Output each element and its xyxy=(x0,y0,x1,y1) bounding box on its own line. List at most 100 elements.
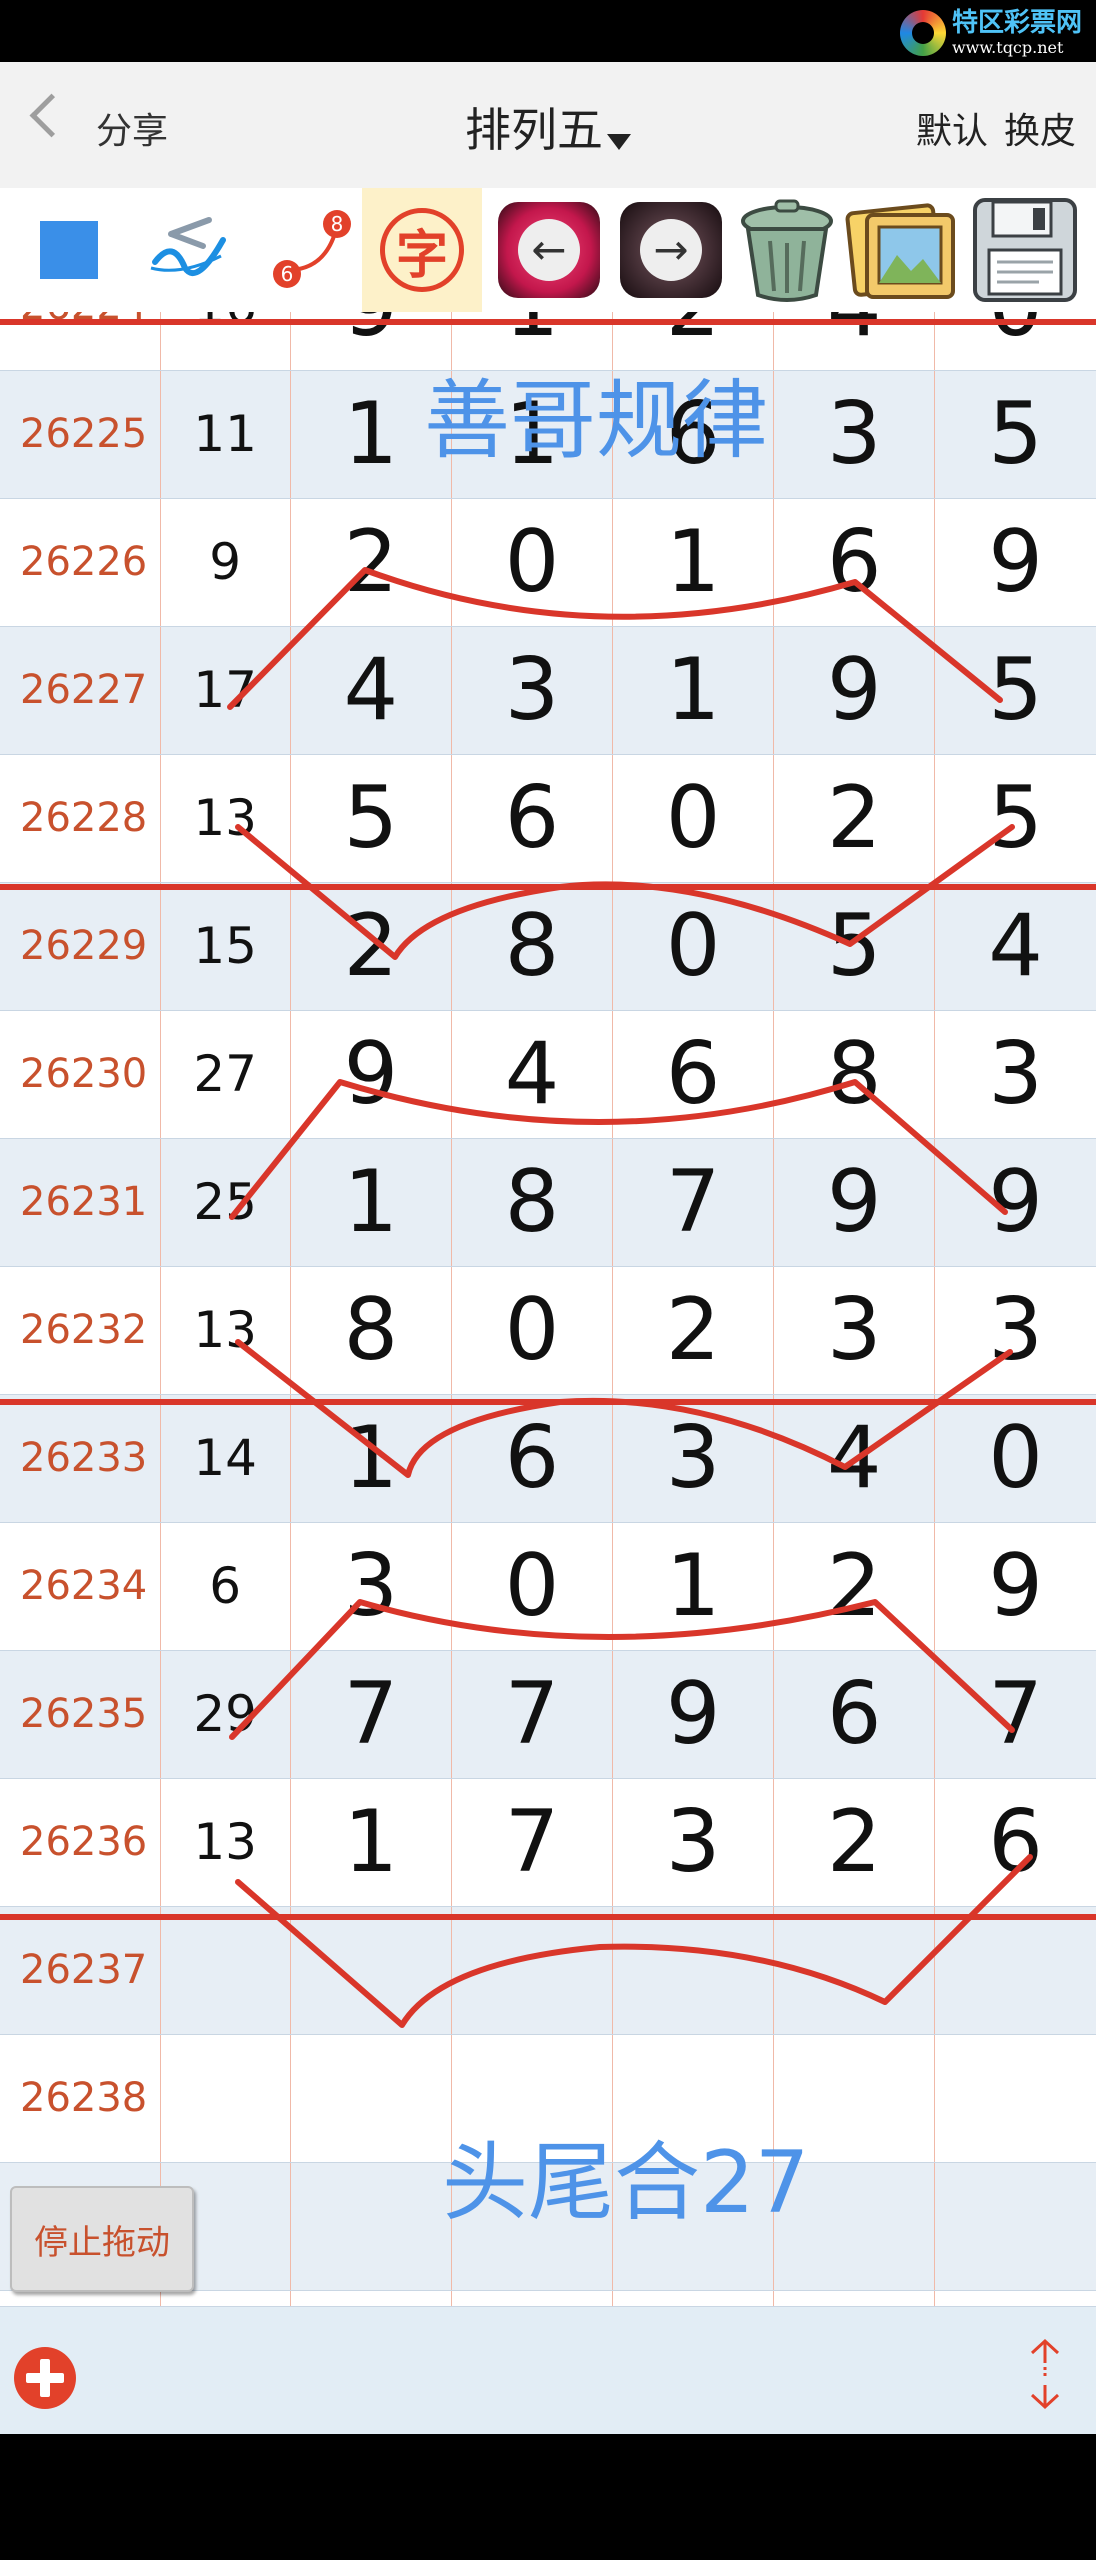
digit-cell: 0 xyxy=(612,754,775,883)
digit-cell: 7 xyxy=(612,1138,775,1267)
pen-tool-button[interactable] xyxy=(130,194,248,306)
stop-drag-button[interactable]: 停止拖动 xyxy=(10,2186,194,2292)
table-row: 26230 27 9 4 6 8 3 xyxy=(0,1010,1096,1139)
photos-icon xyxy=(845,203,955,299)
digit-cell: 2 xyxy=(290,882,452,1011)
save-button[interactable] xyxy=(966,194,1084,306)
digit-cell xyxy=(773,2290,936,2306)
digit-cell: 9 xyxy=(934,1522,1096,1651)
sum-cell: 9 xyxy=(160,498,291,627)
table-row xyxy=(0,2290,1096,2306)
watermark: 特区彩票网 www.tqcp.net xyxy=(899,8,1082,58)
background-button[interactable] xyxy=(844,194,962,306)
issue-cell: 26232 xyxy=(0,1266,161,1395)
table-row: 26231 25 1 8 7 9 9 xyxy=(0,1138,1096,1267)
sum-cell: 15 xyxy=(160,882,291,1011)
digit-cell: 8 xyxy=(451,1138,614,1267)
sum-cell xyxy=(160,2290,291,2306)
digit-cell xyxy=(290,2162,452,2291)
table-row: 26226 9 2 0 1 6 9 xyxy=(0,498,1096,627)
digit-cell: 5 xyxy=(290,754,452,883)
digit-cell: 6 xyxy=(612,1010,775,1139)
digit-cell: 2 xyxy=(773,1522,936,1651)
watermark-title: 特区彩票网 xyxy=(951,8,1082,38)
digit-cell: 9 xyxy=(290,1010,452,1139)
digit-cell xyxy=(612,2290,775,2306)
digit-cell: 5 xyxy=(934,626,1096,755)
plus-circle-icon[interactable] xyxy=(14,2347,76,2409)
digit-cell: 7 xyxy=(451,1650,614,1779)
digit-cell: 8 xyxy=(773,1010,936,1139)
color-swatch-button[interactable] xyxy=(10,194,128,306)
change-skin-button[interactable]: 换皮 xyxy=(1004,102,1076,154)
digit-cell: 8 xyxy=(290,1266,452,1395)
digit-cell: 2 xyxy=(290,498,452,627)
digit-cell: 0 xyxy=(451,498,614,627)
digit-cell: 9 xyxy=(773,626,936,755)
expand-vertical-icon[interactable] xyxy=(1020,2337,1070,2411)
digit-cell: 2 xyxy=(773,754,936,883)
lottery-logo-icon xyxy=(899,10,946,56)
digit-cell: 3 xyxy=(773,1266,936,1395)
digit-cell xyxy=(934,1906,1096,2035)
digit-cell: 3 xyxy=(934,1010,1096,1139)
redo-button[interactable]: → xyxy=(612,194,730,306)
digit-cell: 3 xyxy=(612,1778,775,1907)
digit-cell: 4 xyxy=(934,882,1096,1011)
text-tool-button[interactable]: 字 xyxy=(362,188,482,312)
table-row: 26235 29 7 7 9 6 7 xyxy=(0,1650,1096,1779)
drawing-toolbar: 6 8 字 ← → xyxy=(0,188,1096,312)
caret-down-icon[interactable] xyxy=(607,133,631,150)
redo-arrow-icon: → xyxy=(640,219,702,281)
digit-cell: 1 xyxy=(612,1522,775,1651)
digit-cell: 4 xyxy=(773,1394,936,1523)
digit-cell: 0 xyxy=(451,1522,614,1651)
undo-arrow-icon: ← xyxy=(518,219,580,281)
digit-cell xyxy=(934,2290,1096,2306)
connect-dots-button[interactable]: 6 8 xyxy=(250,194,368,306)
page-title[interactable]: 排列五 xyxy=(465,103,603,157)
text-char-icon: 字 xyxy=(380,208,464,292)
digit-cell: 3 xyxy=(451,626,614,755)
floppy-save-icon xyxy=(973,198,1077,302)
bottom-bar xyxy=(0,2306,1096,2435)
digit-cell: 9 xyxy=(773,1138,936,1267)
digit-cell: 4 xyxy=(773,312,936,371)
digit-cell: 9 xyxy=(934,498,1096,627)
digit-cell xyxy=(773,1906,936,2035)
digit-cell: 3 xyxy=(290,1522,452,1651)
digit-cell: 0 xyxy=(934,312,1096,371)
table-row: 26236 13 1 7 3 2 6 xyxy=(0,1778,1096,1907)
digit-cell xyxy=(612,1906,775,2035)
digit-cell xyxy=(290,1906,452,2035)
pen-icon xyxy=(150,217,226,276)
default-skin-button[interactable]: 默认 xyxy=(916,102,988,154)
sum-cell: 17 xyxy=(160,626,291,755)
sum-cell xyxy=(160,1906,291,2035)
sum-cell: 13 xyxy=(160,1266,291,1395)
sum-cell: 14 xyxy=(160,1394,291,1523)
digit-cell: 3 xyxy=(934,1266,1096,1395)
digit-cell: 0 xyxy=(612,882,775,1011)
issue-cell: 26233 xyxy=(0,1394,161,1523)
digit-cell: 3 xyxy=(773,370,936,499)
issue-cell: 26229 xyxy=(0,882,161,1011)
draw-results-grid[interactable]: 2622416912402622511116352622692016926227… xyxy=(0,312,1096,2306)
digit-cell: 5 xyxy=(934,370,1096,499)
digit-cell: 0 xyxy=(451,1266,614,1395)
issue-cell: 26235 xyxy=(0,1650,161,1779)
table-row: 26227 17 4 3 1 9 5 xyxy=(0,626,1096,755)
digit-cell xyxy=(934,2034,1096,2163)
clear-button[interactable] xyxy=(728,194,846,306)
digit-cell: 1 xyxy=(612,498,775,627)
annotation-rule: 头尾合27 xyxy=(442,2133,810,2233)
undo-button[interactable]: ← xyxy=(490,194,608,306)
issue-cell: 26225 xyxy=(0,370,161,499)
digit-cell: 0 xyxy=(934,1394,1096,1523)
table-row: 26233 14 1 6 3 4 0 xyxy=(0,1394,1096,1523)
header-bar: 分享 排列五 默认 换皮 xyxy=(0,62,1096,188)
digit-cell: 1 xyxy=(290,1138,452,1267)
table-row: 26237 xyxy=(0,1906,1096,2035)
digit-cell: 2 xyxy=(612,1266,775,1395)
connect-dots-icon: 6 8 xyxy=(273,210,351,288)
